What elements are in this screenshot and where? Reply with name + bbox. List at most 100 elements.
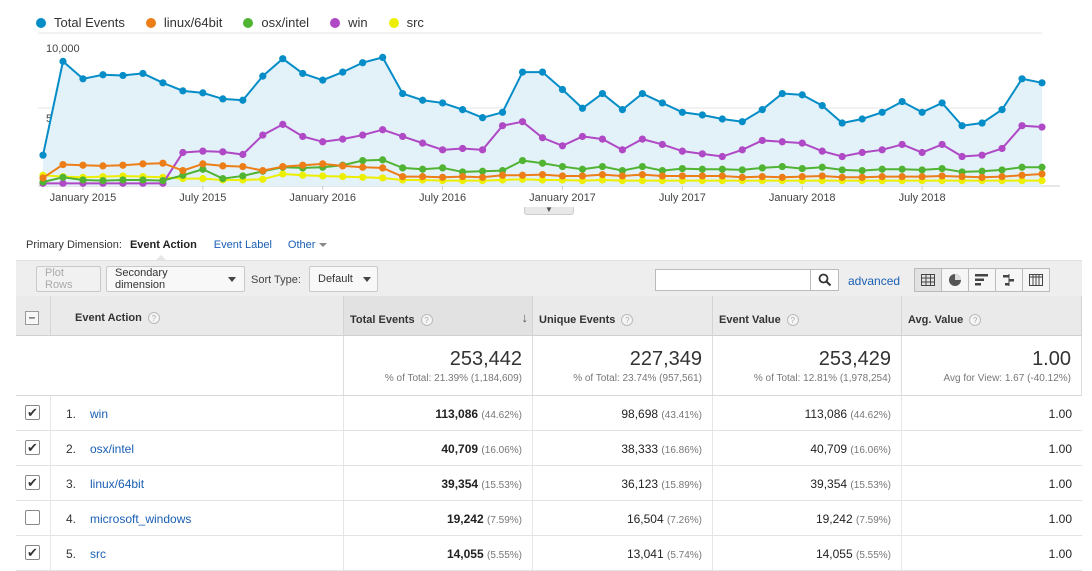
data-point[interactable] <box>359 156 367 165</box>
data-point[interactable] <box>379 164 387 172</box>
data-point[interactable] <box>239 172 247 180</box>
data-point[interactable] <box>658 140 666 149</box>
view-table-button[interactable] <box>914 268 942 292</box>
data-point[interactable] <box>638 135 647 143</box>
data-point[interactable] <box>818 172 826 180</box>
data-point[interactable] <box>219 95 227 103</box>
data-point[interactable] <box>618 172 627 180</box>
data-point[interactable] <box>878 165 886 173</box>
data-point[interactable] <box>838 119 846 127</box>
data-point[interactable] <box>1038 123 1046 131</box>
data-point[interactable] <box>838 152 846 161</box>
data-point[interactable] <box>918 148 926 157</box>
data-point[interactable] <box>818 102 826 110</box>
data-point[interactable] <box>618 106 627 114</box>
data-point[interactable] <box>199 160 207 168</box>
data-point[interactable] <box>379 126 387 134</box>
data-point[interactable] <box>958 152 966 161</box>
data-point[interactable] <box>738 146 746 154</box>
header-event-action[interactable]: Event Action ? <box>51 296 344 336</box>
data-point[interactable] <box>439 164 447 172</box>
data-point[interactable] <box>698 165 706 173</box>
data-point[interactable] <box>478 114 487 122</box>
data-point[interactable] <box>678 147 686 155</box>
data-point[interactable] <box>578 104 587 112</box>
data-point[interactable] <box>259 72 267 80</box>
data-point[interactable] <box>518 118 527 126</box>
help-icon[interactable]: ? <box>420 314 433 326</box>
data-point[interactable] <box>578 132 587 141</box>
plot-rows-button[interactable]: Plot Rows <box>36 266 101 292</box>
data-point[interactable] <box>39 174 47 182</box>
chart-collapse-handle[interactable]: ▼ <box>524 206 574 215</box>
data-point[interactable] <box>798 139 806 147</box>
legend-item[interactable]: src <box>388 15 424 30</box>
data-point[interactable] <box>379 156 387 164</box>
data-point[interactable] <box>379 53 387 61</box>
data-point[interactable] <box>339 68 347 76</box>
data-point[interactable] <box>678 108 686 116</box>
view-performance-button[interactable] <box>968 268 996 292</box>
data-point[interactable] <box>618 146 627 154</box>
data-point[interactable] <box>139 160 147 168</box>
data-point[interactable] <box>518 156 527 165</box>
data-point[interactable] <box>598 135 607 143</box>
data-point[interactable] <box>359 59 367 67</box>
data-point[interactable] <box>359 131 367 139</box>
data-point[interactable] <box>279 55 287 63</box>
event-action-link[interactable]: microsoft_windows <box>90 512 191 526</box>
data-point[interactable] <box>419 173 427 181</box>
data-point[interactable] <box>898 97 906 106</box>
data-point[interactable] <box>299 161 307 169</box>
header-event-value[interactable]: Event Value ? <box>713 296 902 336</box>
data-point[interactable] <box>778 162 786 171</box>
data-point[interactable] <box>878 173 886 181</box>
data-point[interactable] <box>838 166 846 174</box>
data-point[interactable] <box>139 69 147 78</box>
data-point[interactable] <box>478 146 487 154</box>
sort-descending-icon[interactable]: ↓ <box>522 310 529 325</box>
row-checkbox[interactable]: ✔ <box>25 545 40 560</box>
data-point[interactable] <box>778 138 786 146</box>
help-icon[interactable]: ? <box>147 312 160 324</box>
data-point[interactable] <box>259 166 267 175</box>
data-point[interactable] <box>339 162 347 170</box>
sort-type-dropdown[interactable]: Default <box>309 266 378 292</box>
event-action-link[interactable]: linux/64bit <box>90 477 144 491</box>
data-point[interactable] <box>199 147 207 155</box>
data-point[interactable] <box>458 106 467 114</box>
data-point[interactable] <box>439 146 447 154</box>
data-point[interactable] <box>898 165 906 173</box>
data-point[interactable] <box>518 68 527 76</box>
data-point[interactable] <box>339 135 347 143</box>
header-total-events[interactable]: Total Events ? ↓ <box>344 296 533 336</box>
data-point[interactable] <box>918 173 926 181</box>
data-point[interactable] <box>359 173 367 181</box>
data-point[interactable] <box>1018 75 1026 83</box>
data-point[interactable] <box>678 164 686 173</box>
help-icon[interactable]: ? <box>969 314 982 326</box>
data-point[interactable] <box>419 165 427 173</box>
data-point[interactable] <box>79 176 87 184</box>
data-point[interactable] <box>79 75 87 83</box>
data-point[interactable] <box>858 166 866 175</box>
data-point[interactable] <box>119 176 127 184</box>
data-point[interactable] <box>199 89 207 97</box>
data-point[interactable] <box>319 160 327 168</box>
data-point[interactable] <box>439 99 447 107</box>
data-point[interactable] <box>718 115 726 123</box>
data-point[interactable] <box>299 69 307 78</box>
data-point[interactable] <box>798 173 806 181</box>
data-point[interactable] <box>439 173 447 181</box>
data-point[interactable] <box>898 173 906 181</box>
help-icon[interactable]: ? <box>786 314 799 326</box>
row-checkbox[interactable] <box>25 510 40 525</box>
data-point[interactable] <box>1038 170 1046 178</box>
data-point[interactable] <box>419 96 427 104</box>
data-point[interactable] <box>798 91 806 99</box>
legend-item[interactable]: win <box>330 15 368 30</box>
data-point[interactable] <box>1038 79 1046 87</box>
data-point[interactable] <box>938 172 946 180</box>
data-point[interactable] <box>538 171 547 179</box>
data-point[interactable] <box>159 177 167 185</box>
